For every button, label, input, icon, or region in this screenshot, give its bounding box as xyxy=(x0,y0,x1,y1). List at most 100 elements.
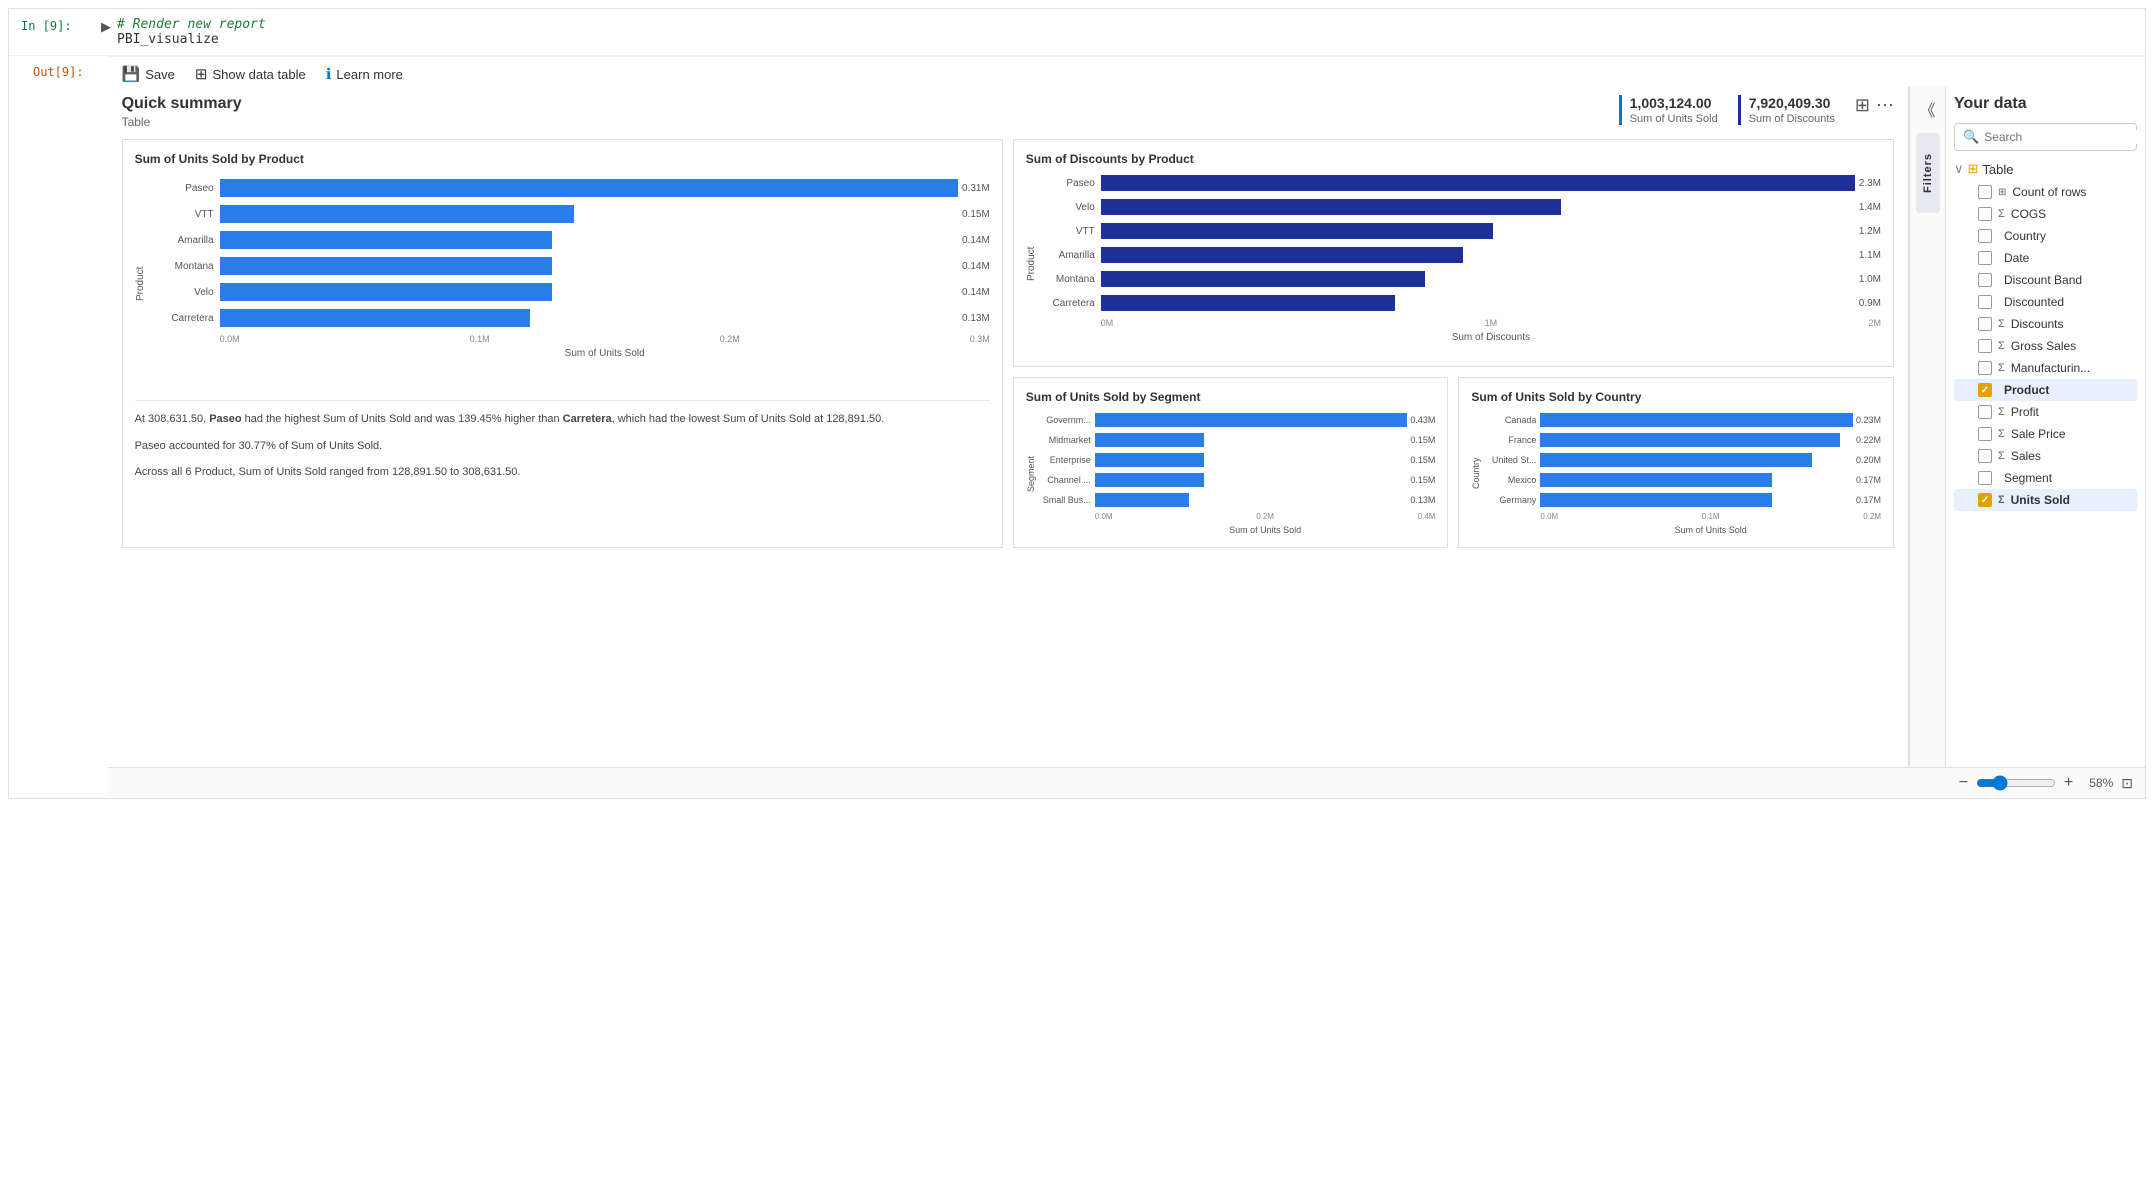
field-type-sigma-icon: Σ xyxy=(1998,318,2005,330)
fit-page-icon[interactable]: ⊡ xyxy=(2121,775,2133,792)
bar-value: 0.14M xyxy=(962,287,990,298)
field-discounted[interactable]: Discounted xyxy=(1954,291,2137,313)
field-count-of-rows[interactable]: ⊞ Count of rows xyxy=(1954,181,2137,203)
search-icon: 🔍 xyxy=(1963,129,1979,145)
bar-label: Carretera xyxy=(150,313,220,324)
field-sales[interactable]: Σ Sales xyxy=(1954,445,2137,467)
chart1-y-axis: Product xyxy=(135,174,146,394)
field-checkbox[interactable] xyxy=(1978,185,1992,199)
field-segment[interactable]: Segment xyxy=(1954,467,2137,489)
bar-value: 0.9M xyxy=(1859,298,1881,309)
zoom-minus-button[interactable]: − xyxy=(1959,774,1968,792)
field-discount-band[interactable]: Discount Band xyxy=(1954,269,2137,291)
search-box[interactable]: 🔍 xyxy=(1954,123,2137,151)
bar-value: 1.4M xyxy=(1859,202,1881,213)
table-node[interactable]: ∨ ⊞ Table xyxy=(1954,161,2137,177)
field-type-sigma-icon: Σ xyxy=(1998,494,2005,506)
field-checkbox[interactable] xyxy=(1978,229,1992,243)
field-checkbox[interactable] xyxy=(1978,273,1992,287)
field-checkbox[interactable] xyxy=(1978,207,1992,221)
field-manufacturing[interactable]: Σ Manufacturin... xyxy=(1954,357,2137,379)
chart-units-sold-segment: Sum of Units Sold by Segment Segment Gov… xyxy=(1013,377,1449,548)
chart2-x-axis: Sum of Discounts xyxy=(1101,332,1881,343)
bar-value: 1.2M xyxy=(1859,226,1881,237)
field-date[interactable]: Date xyxy=(1954,247,2137,269)
zoom-slider[interactable] xyxy=(1976,775,2056,791)
field-checkbox-checked[interactable]: ✓ xyxy=(1978,493,1992,507)
field-gross-sales[interactable]: Σ Gross Sales xyxy=(1954,335,2137,357)
chart1-description-3: Across all 6 Product, Sum of Units Sold … xyxy=(135,464,990,481)
bar-value: 0.13M xyxy=(962,313,990,324)
zoom-bar: − + 58% ⊡ xyxy=(108,767,2145,798)
field-checkbox[interactable] xyxy=(1978,339,1992,353)
chart-units-sold-product: Sum of Units Sold by Product Product Pas… xyxy=(122,139,1003,548)
save-button[interactable]: 💾 Save xyxy=(122,65,175,83)
bar-value: 0.15M xyxy=(962,209,990,220)
bar-value: 0.31M xyxy=(962,183,990,194)
field-checkbox-checked[interactable]: ✓ xyxy=(1978,383,1992,397)
expand-icon: ∨ xyxy=(1954,161,1964,177)
table-node-name: Table xyxy=(1982,162,2013,177)
save-icon: 💾 xyxy=(122,65,141,83)
bar-value: 1.0M xyxy=(1859,274,1881,285)
chart-mode-icon[interactable]: ⊞ xyxy=(1855,95,1870,116)
field-units-sold[interactable]: ✓ Σ Units Sold xyxy=(1954,489,2137,511)
quick-summary-subtitle: Table xyxy=(122,115,242,129)
bar-value: 2.3M xyxy=(1859,178,1881,189)
field-country[interactable]: Country xyxy=(1954,225,2137,247)
field-type-sigma-icon: Σ xyxy=(1998,362,2005,374)
field-cogs[interactable]: Σ COGS xyxy=(1954,203,2137,225)
field-checkbox[interactable] xyxy=(1978,427,1992,441)
chart1-description-2: Paseo accounted for 30.77% of Sum of Uni… xyxy=(135,438,990,455)
field-checkbox[interactable] xyxy=(1978,405,1992,419)
fields-list: ⊞ Count of rows Σ COGS xyxy=(1954,181,2137,511)
bar-label: Carretera xyxy=(1041,298,1101,309)
zoom-plus-button[interactable]: + xyxy=(2064,774,2073,792)
chart-units-sold-country: Sum of Units Sold by Country Country Can… xyxy=(1458,377,1894,548)
collapse-panel-icon[interactable]: 《 xyxy=(1914,95,1942,123)
more-options-icon[interactable]: ⋯ xyxy=(1876,95,1894,116)
bar-value: 1.1M xyxy=(1859,250,1881,261)
chart4-y-axis: Country xyxy=(1471,412,1481,535)
field-checkbox[interactable] xyxy=(1978,317,1992,331)
search-input[interactable] xyxy=(1984,130,2139,144)
table-node-icon: ⊞ xyxy=(1968,161,1979,177)
chart2-y-axis: Product xyxy=(1026,174,1037,354)
your-data-title: Your data xyxy=(1954,95,2137,113)
field-checkbox[interactable] xyxy=(1978,361,1992,375)
field-type-sigma-icon: Σ xyxy=(1998,406,2005,418)
learn-more-button[interactable]: ℹ Learn more xyxy=(326,65,403,83)
field-type-sigma-icon: Σ xyxy=(1998,208,2005,220)
field-type-sigma-icon: Σ xyxy=(1998,428,2005,440)
chart-discounts-product: Sum of Discounts by Product Product Pase… xyxy=(1013,139,1894,367)
field-checkbox[interactable] xyxy=(1978,295,1992,309)
table-icon: ⊞ xyxy=(195,65,208,83)
info-icon: ℹ xyxy=(326,65,332,83)
run-button[interactable]: ▶ xyxy=(101,19,111,35)
field-profit[interactable]: Σ Profit xyxy=(1954,401,2137,423)
bar-label: Paseo xyxy=(1041,178,1101,189)
bar-value: 0.14M xyxy=(962,235,990,246)
cell-out-label: Out[9]: xyxy=(21,57,96,79)
field-checkbox[interactable] xyxy=(1978,471,1992,485)
field-product[interactable]: ✓ Product xyxy=(1954,379,2137,401)
bar-label: Amarilla xyxy=(150,235,220,246)
bar-label: Amarilla xyxy=(1041,250,1101,261)
field-checkbox[interactable] xyxy=(1978,251,1992,265)
field-checkbox[interactable] xyxy=(1978,449,1992,463)
icon-strip: 《 Filters xyxy=(1909,87,1945,767)
quick-summary-title: Quick summary xyxy=(122,95,242,113)
bar-label: Montana xyxy=(1041,274,1101,285)
filter-icon[interactable]: Filters xyxy=(1916,133,1940,213)
bar-value: 0.14M xyxy=(962,261,990,272)
bar-label: Velo xyxy=(150,287,220,298)
bar-label: VTT xyxy=(1041,226,1101,237)
field-discounts[interactable]: Σ Discounts xyxy=(1954,313,2137,335)
kpi-units-sold: 1,003,124.00 Sum of Units Sold xyxy=(1619,95,1718,125)
field-type-table-icon: ⊞ xyxy=(1998,187,2006,198)
show-data-table-button[interactable]: ⊞ Show data table xyxy=(195,65,306,83)
field-sale-price[interactable]: Σ Sale Price xyxy=(1954,423,2137,445)
kpi-discounts: 7,920,409.30 Sum of Discounts xyxy=(1738,95,1835,125)
zoom-level: 58% xyxy=(2081,776,2113,790)
bar-label: Montana xyxy=(150,261,220,272)
